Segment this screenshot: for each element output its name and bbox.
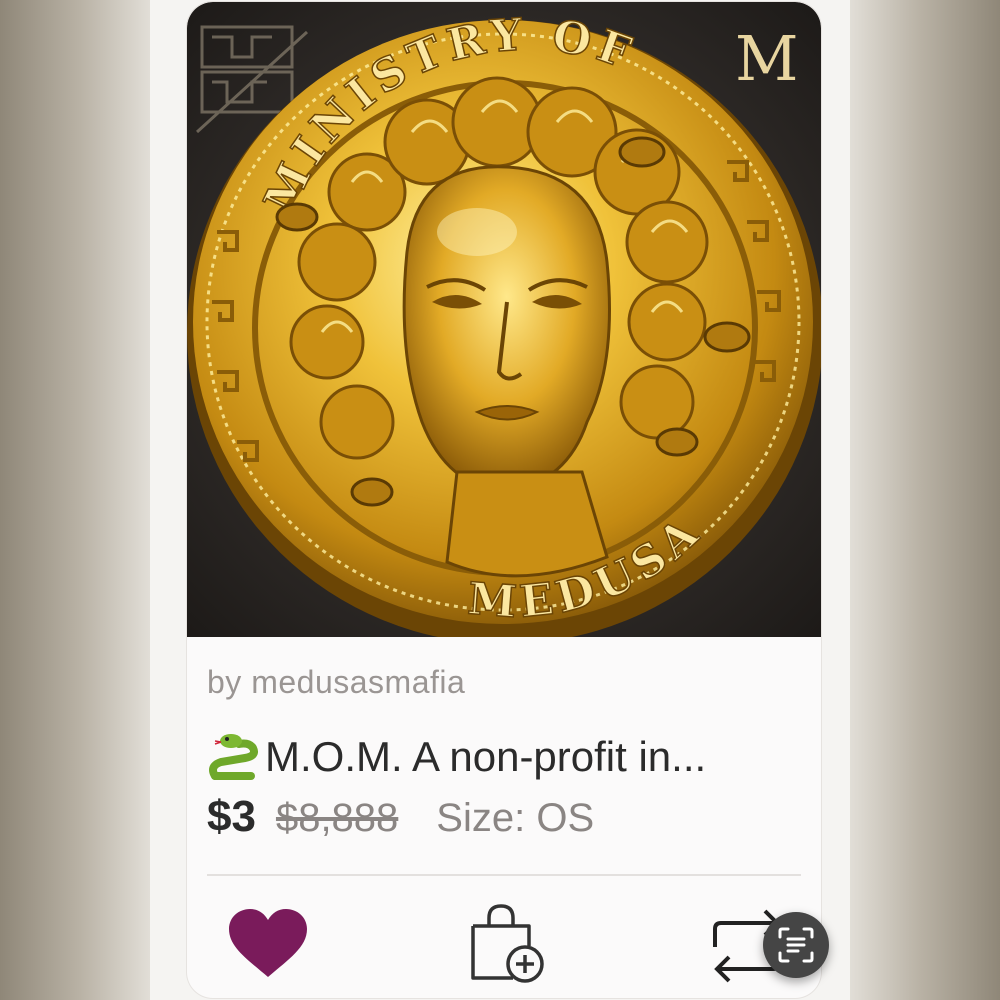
original-price: $8,888 <box>275 796 399 840</box>
snake-icon <box>209 734 258 780</box>
bag-plus-icon <box>471 904 544 983</box>
coin-corner-letter: M <box>735 22 798 95</box>
listing-image[interactable]: MINISTRY OF MEDUSA M <box>187 2 821 637</box>
listing-title-text: M.O.M. A non-profit in... <box>265 733 707 780</box>
divider <box>207 874 801 876</box>
medusa-coin-image: MINISTRY OF MEDUSA M <box>187 2 821 637</box>
like-button[interactable] <box>227 907 309 979</box>
scan-text-button[interactable] <box>763 912 829 978</box>
current-price: $3 <box>207 792 256 841</box>
heart-icon <box>229 909 307 977</box>
seller-username[interactable]: by medusasmafia <box>207 664 465 701</box>
listing-title[interactable]: M.O.M. A non-profit in... <box>205 732 706 782</box>
listing-card[interactable]: MINISTRY OF MEDUSA M by medusasmafia M.O… <box>187 2 821 998</box>
size-label: Size: OS <box>436 796 595 840</box>
add-to-bundle-button[interactable] <box>469 904 547 984</box>
price-row: $3 $8,888 Size: OS <box>207 792 594 842</box>
scan-text-icon <box>778 927 814 963</box>
